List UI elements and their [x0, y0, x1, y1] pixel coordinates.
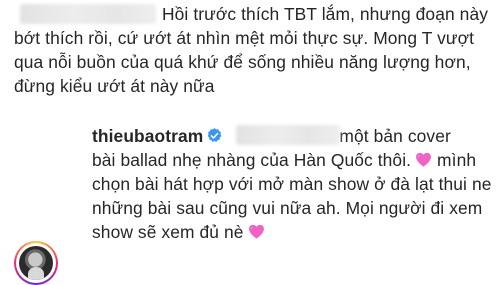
- verified-badge-icon: [207, 128, 222, 142]
- comment-1-line-1: Hồi trước thích TBT lắm, nhưng đoạn này: [162, 4, 489, 24]
- blurred-mention: [236, 125, 340, 145]
- comment-2: thieubaotram một bản cover bài ballad nh…: [0, 120, 500, 285]
- comment-2-line-2: bài ballad nhẹ nhàng của Hàn Quốc thôi. …: [92, 150, 477, 170]
- comment-1-line-2: bớt thích rồi, cứ ướt át nhìn mệt mỏi th…: [14, 28, 475, 48]
- avatar[interactable]: [14, 241, 58, 285]
- pink-heart-icon: [416, 152, 432, 167]
- pink-heart-icon: [248, 224, 264, 239]
- comment-2-line-4: những bài sau cũng vui nữa ah. Mọi người…: [92, 198, 483, 218]
- comment-2-line-5: show sẽ xem đủ nè: [92, 220, 492, 244]
- comment-1-line-4: đừng kiểu ướt át này nữa: [14, 76, 215, 96]
- username-link[interactable]: thieubaotram: [92, 126, 203, 146]
- comment-1-text: Hồi trước thích TBT lắm, nhưng đoạn này …: [14, 2, 488, 98]
- comment-1-line-3: qua nỗi buồn của quá khứ để sống nhiều n…: [14, 52, 471, 72]
- comment-1: Hồi trước thích TBT lắm, nhưng đoạn này …: [0, 0, 500, 110]
- avatar-image: [19, 246, 53, 280]
- comment-2-line-3: chọn bài hát hợp với mở màn show ở đà lạ…: [92, 174, 492, 194]
